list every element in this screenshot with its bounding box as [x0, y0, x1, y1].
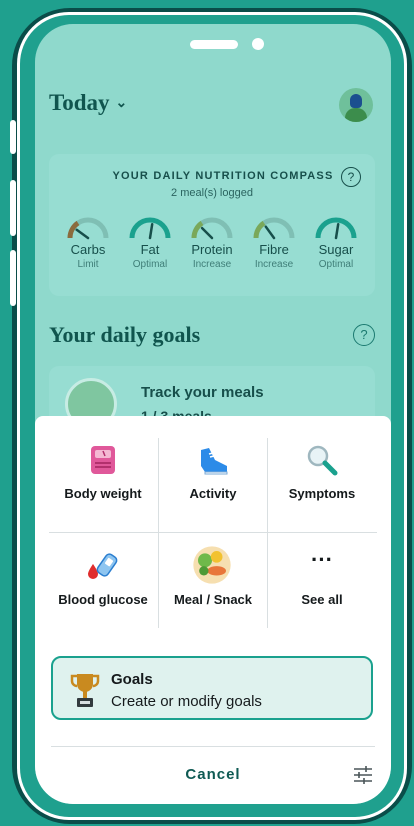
gauge-label: Carbs — [70, 242, 106, 257]
gauge-dial-icon — [67, 217, 109, 240]
gauge-label: Fibre — [259, 242, 289, 257]
daily-goals-heading: Your daily goals — [49, 322, 201, 347]
gauge-status: Limit — [77, 259, 99, 270]
blood-glucose-button[interactable]: Blood glucose — [49, 534, 157, 638]
gauge-row: Carbs Limit Fat Optimal Protein Increase Fibre… — [57, 214, 367, 284]
gauge-status: Optimal — [318, 259, 354, 270]
phone-side-button — [10, 250, 16, 306]
gauge-sugar: Sugar Optimal — [305, 214, 367, 284]
see-all-button[interactable]: ··· See all — [268, 534, 376, 638]
gauge-fat: Fat Optimal — [119, 214, 181, 284]
symptoms-label: Symptoms — [288, 486, 356, 501]
gauge-label: Fat — [140, 242, 160, 257]
gauge-dial-icon — [191, 217, 233, 240]
see-all-label: See all — [301, 592, 343, 607]
front-camera — [252, 38, 264, 50]
more-dots-icon: ··· — [311, 547, 333, 572]
activity-button[interactable]: Activity — [159, 428, 267, 532]
app-screen: Today ⌄ YOUR DAILY NUTRITION COMPASS ? 2 … — [35, 24, 391, 804]
meal-plate-icon — [193, 546, 231, 584]
glucose-meter-icon — [88, 553, 118, 579]
meal-snack-button[interactable]: Meal / Snack — [159, 534, 267, 638]
gauge-fibre: Fibre Increase — [243, 214, 305, 284]
gauge-dial-icon — [315, 217, 357, 240]
body-weight-button[interactable]: Body weight — [49, 428, 157, 532]
avatar-body — [345, 108, 367, 122]
sliders-icon[interactable] — [353, 766, 373, 784]
phone-side-button — [10, 180, 16, 236]
nutrition-compass-card[interactable]: YOUR DAILY NUTRITION COMPASS ? 2 meal(s)… — [49, 154, 375, 296]
meals-logged: 2 meal(s) logged — [171, 187, 253, 199]
activity-label: Activity — [189, 486, 237, 501]
symptoms-button[interactable]: Symptoms — [268, 428, 376, 532]
gauge-dial-icon — [129, 217, 171, 240]
goals-button[interactable]: Goals Create or modify goals — [51, 656, 373, 720]
chevron-down-icon: ⌄ — [115, 96, 128, 111]
help-icon[interactable]: ? — [341, 167, 361, 187]
gauge-dial-icon — [253, 217, 295, 240]
grid-divider — [49, 532, 377, 533]
page-title: Today — [49, 90, 110, 115]
entry-grid: Body weight Activity Symptoms Blood gluc… — [49, 428, 377, 638]
speaker-grille — [190, 40, 238, 49]
track-meals-title: Track your meals — [141, 384, 264, 401]
gauge-label: Sugar — [318, 242, 354, 257]
cancel-button[interactable]: Cancel — [35, 766, 391, 783]
trophy-icon — [70, 674, 100, 707]
gauge-label: Protein — [191, 242, 233, 257]
avatar[interactable] — [339, 88, 373, 122]
body-weight-label: Body weight — [64, 486, 142, 501]
gauge-carbs: Carbs Limit — [57, 214, 119, 284]
gauge-protein: Protein Increase — [181, 214, 243, 284]
gauge-status: Increase — [192, 259, 232, 270]
avatar-head — [350, 94, 362, 108]
sheet-divider — [51, 746, 375, 747]
gauge-status: Optimal — [132, 259, 168, 270]
magnifier-icon — [307, 445, 338, 476]
scale-icon — [91, 446, 115, 474]
meal-snack-label: Meal / Snack — [173, 592, 253, 607]
phone-side-button — [10, 120, 16, 154]
blood-glucose-label: Blood glucose — [58, 592, 148, 607]
compass-title: YOUR DAILY NUTRITION COMPASS — [112, 170, 334, 182]
add-entry-sheet: Body weight Activity Symptoms Blood gluc… — [35, 416, 391, 804]
help-icon[interactable]: ? — [353, 324, 375, 346]
goals-subtitle: Create or modify goals — [111, 693, 262, 710]
gauge-status: Increase — [254, 259, 294, 270]
sneaker-icon — [201, 448, 228, 475]
goals-title: Goals — [111, 671, 153, 688]
today-selector[interactable]: Today ⌄ — [49, 90, 127, 116]
